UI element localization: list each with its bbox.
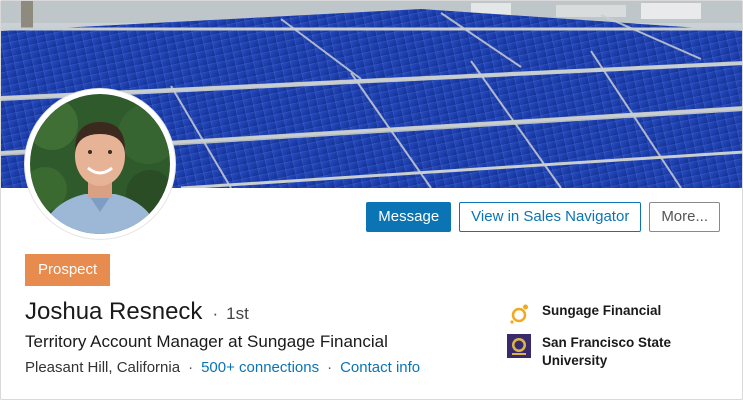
message-button[interactable]: Message <box>366 202 452 232</box>
profile-meta: Pleasant Hill, California · 500+ connect… <box>25 359 420 376</box>
school-name: San Francisco State University <box>542 335 672 368</box>
profile-card: Message View in Sales Navigator More... … <box>0 0 743 400</box>
profile-photo <box>30 94 170 234</box>
profile-experience-summary: Sungage Financial San Francisco State Un… <box>507 302 702 378</box>
contact-info-link[interactable]: Contact info <box>340 359 420 376</box>
connections-link[interactable]: 500+ connections <box>201 359 319 376</box>
more-actions-button[interactable]: More... <box>649 202 720 232</box>
profile-avatar[interactable] <box>25 89 175 239</box>
profile-name: Joshua Resneck <box>25 298 203 325</box>
sungage-logo-icon <box>510 304 528 324</box>
company-name: Sungage Financial <box>542 303 662 318</box>
education-school[interactable]: San Francisco State University <box>507 334 702 370</box>
profile-actions: Message View in Sales Navigator More... <box>366 202 720 232</box>
prospect-badge: Prospect <box>25 254 111 286</box>
separator-dot: · <box>327 359 333 376</box>
profile-location: Pleasant Hill, California <box>25 359 181 376</box>
current-company[interactable]: Sungage Financial <box>507 302 702 326</box>
separator-dot: · <box>212 304 219 323</box>
profile-headline: Territory Account Manager at Sungage Fin… <box>25 332 388 351</box>
connection-degree: · 1st <box>212 304 248 324</box>
view-in-sales-navigator-button[interactable]: View in Sales Navigator <box>459 202 642 232</box>
degree-label: 1st <box>226 304 249 323</box>
separator-dot: · <box>188 359 194 376</box>
sfsu-seal-icon <box>507 334 531 358</box>
name-row: Joshua Resneck · 1st <box>25 298 249 326</box>
